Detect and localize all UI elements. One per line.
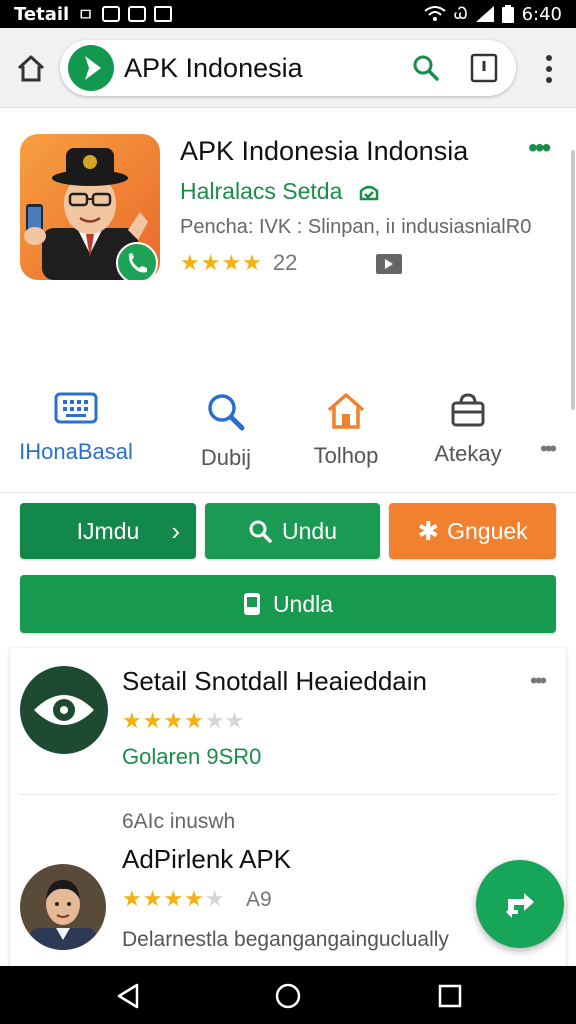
carrier-suffix: ㅁ [77, 5, 94, 26]
rating-count: 22 [272, 250, 298, 275]
nav-label: Dubij [200, 445, 252, 470]
phone-badge-icon [116, 242, 158, 280]
avatar [20, 864, 106, 950]
chevron-right-icon: › [171, 515, 180, 546]
app-icon[interactable] [20, 134, 160, 280]
developer-label: Halralacs Setda [180, 178, 343, 204]
url-bar[interactable]: APK Indonesia [60, 40, 516, 96]
search-icon [249, 520, 272, 543]
list-item-title: Setail Snotdall Heaieddain [122, 666, 427, 696]
browser-toolbar: APK Indonesia [0, 28, 576, 108]
nav-item-dubij[interactable]: Dubij [166, 392, 286, 471]
home-icon [327, 393, 365, 429]
battery-icon [501, 5, 514, 23]
tabs-icon[interactable] [470, 53, 498, 83]
list-item-stars: ★★★★★★ [122, 708, 245, 733]
section-label: 6AIc inuswh [122, 810, 236, 833]
app-title: APK Indonesia Indonsia [180, 136, 469, 166]
search-icon[interactable] [412, 54, 440, 82]
nav-label: Atekay [434, 441, 502, 466]
home-circle-icon[interactable] [274, 982, 302, 1010]
nav-divider [0, 492, 576, 493]
mirror-download-button[interactable]: ✱ Gnguek [389, 503, 556, 559]
nav-item-atekay[interactable]: Atekay [408, 392, 528, 467]
list-item-subtitle: Golaren 9SR0 [122, 744, 262, 769]
bag-icon [451, 393, 485, 427]
back-icon[interactable] [116, 983, 140, 1009]
list-divider [20, 794, 556, 795]
media-icon [376, 254, 402, 274]
list-item-title: AdPirlenk APK [122, 844, 292, 874]
search-icon [208, 394, 245, 431]
list-item-subtitle: Delarnestla begangangainguclually [122, 928, 449, 951]
app-more-icon[interactable]: ••• [528, 132, 551, 164]
nav-label: IHonaBasal [19, 439, 133, 464]
signal-icon [475, 6, 494, 22]
app-meta-text: Pencha: IVK : Slinpan, iı indusiasnialR0 [180, 216, 532, 238]
search-download-button[interactable]: Undu [205, 503, 380, 559]
button-label: Gnguek [447, 517, 528, 544]
swap-arrows-icon [506, 893, 534, 918]
wifi-icon [424, 6, 446, 21]
app-header: APK Indonesia Indonsia ••• Halralacs Set… [0, 130, 576, 290]
nav-item-tolhop[interactable]: Tolhop [286, 392, 406, 469]
recents-icon[interactable] [438, 984, 462, 1008]
download-apk-button[interactable]: Undla [20, 575, 556, 633]
button-label: IJmdu [76, 517, 140, 544]
keyboard-icon [54, 392, 98, 424]
carrier-text: Tetail [14, 3, 70, 25]
phone-icon [243, 593, 260, 615]
item-more-icon[interactable]: ••• [530, 668, 547, 694]
list-item-stars: ★★★★★ [122, 886, 225, 911]
developer-name[interactable]: Halralacs Setda [180, 178, 381, 205]
screenshot-icon [127, 6, 146, 22]
notification-icon [101, 6, 120, 22]
status-right: Ꮗ 6:40 [424, 4, 562, 25]
nav-more-icon[interactable]: ••• [540, 436, 557, 462]
overflow-menu-icon[interactable] [544, 54, 554, 84]
system-nav-bar [0, 966, 576, 1024]
verified-icon [359, 185, 378, 201]
share-fab[interactable] [476, 860, 564, 948]
button-label: Undla [272, 590, 334, 617]
category-nav: IHonaBasal Dubij Tolhop Atekay ••• [0, 392, 576, 476]
status-left: Tetail ㅁ [14, 1, 172, 27]
status-bar: Tetail ㅁ Ꮗ 6:40 [0, 0, 576, 28]
download-button-primary[interactable]: IJmdu › [20, 503, 196, 559]
signal-label: Ꮗ [454, 4, 468, 23]
sparkle-icon: ✱ [417, 515, 440, 546]
clock-text: 6:40 [521, 3, 562, 25]
list-item-rating: A9 [246, 888, 272, 911]
mail-icon [153, 6, 172, 22]
nav-item-honabasal[interactable]: IHonaBasal [16, 392, 136, 465]
list-item[interactable]: Setail Snotdall Heaieddain ••• ★★★★★★ Go… [10, 648, 566, 788]
rating-stars: ★★★★ [180, 250, 263, 275]
eye-app-icon [20, 666, 108, 754]
rating-row: ★★★★ 22 [180, 250, 297, 276]
button-label: Undu [282, 517, 337, 544]
url-text: APK Indonesia [124, 52, 303, 83]
site-logo-icon [68, 45, 114, 91]
nav-label: Tolhop [313, 443, 379, 468]
home-icon[interactable] [16, 54, 46, 82]
